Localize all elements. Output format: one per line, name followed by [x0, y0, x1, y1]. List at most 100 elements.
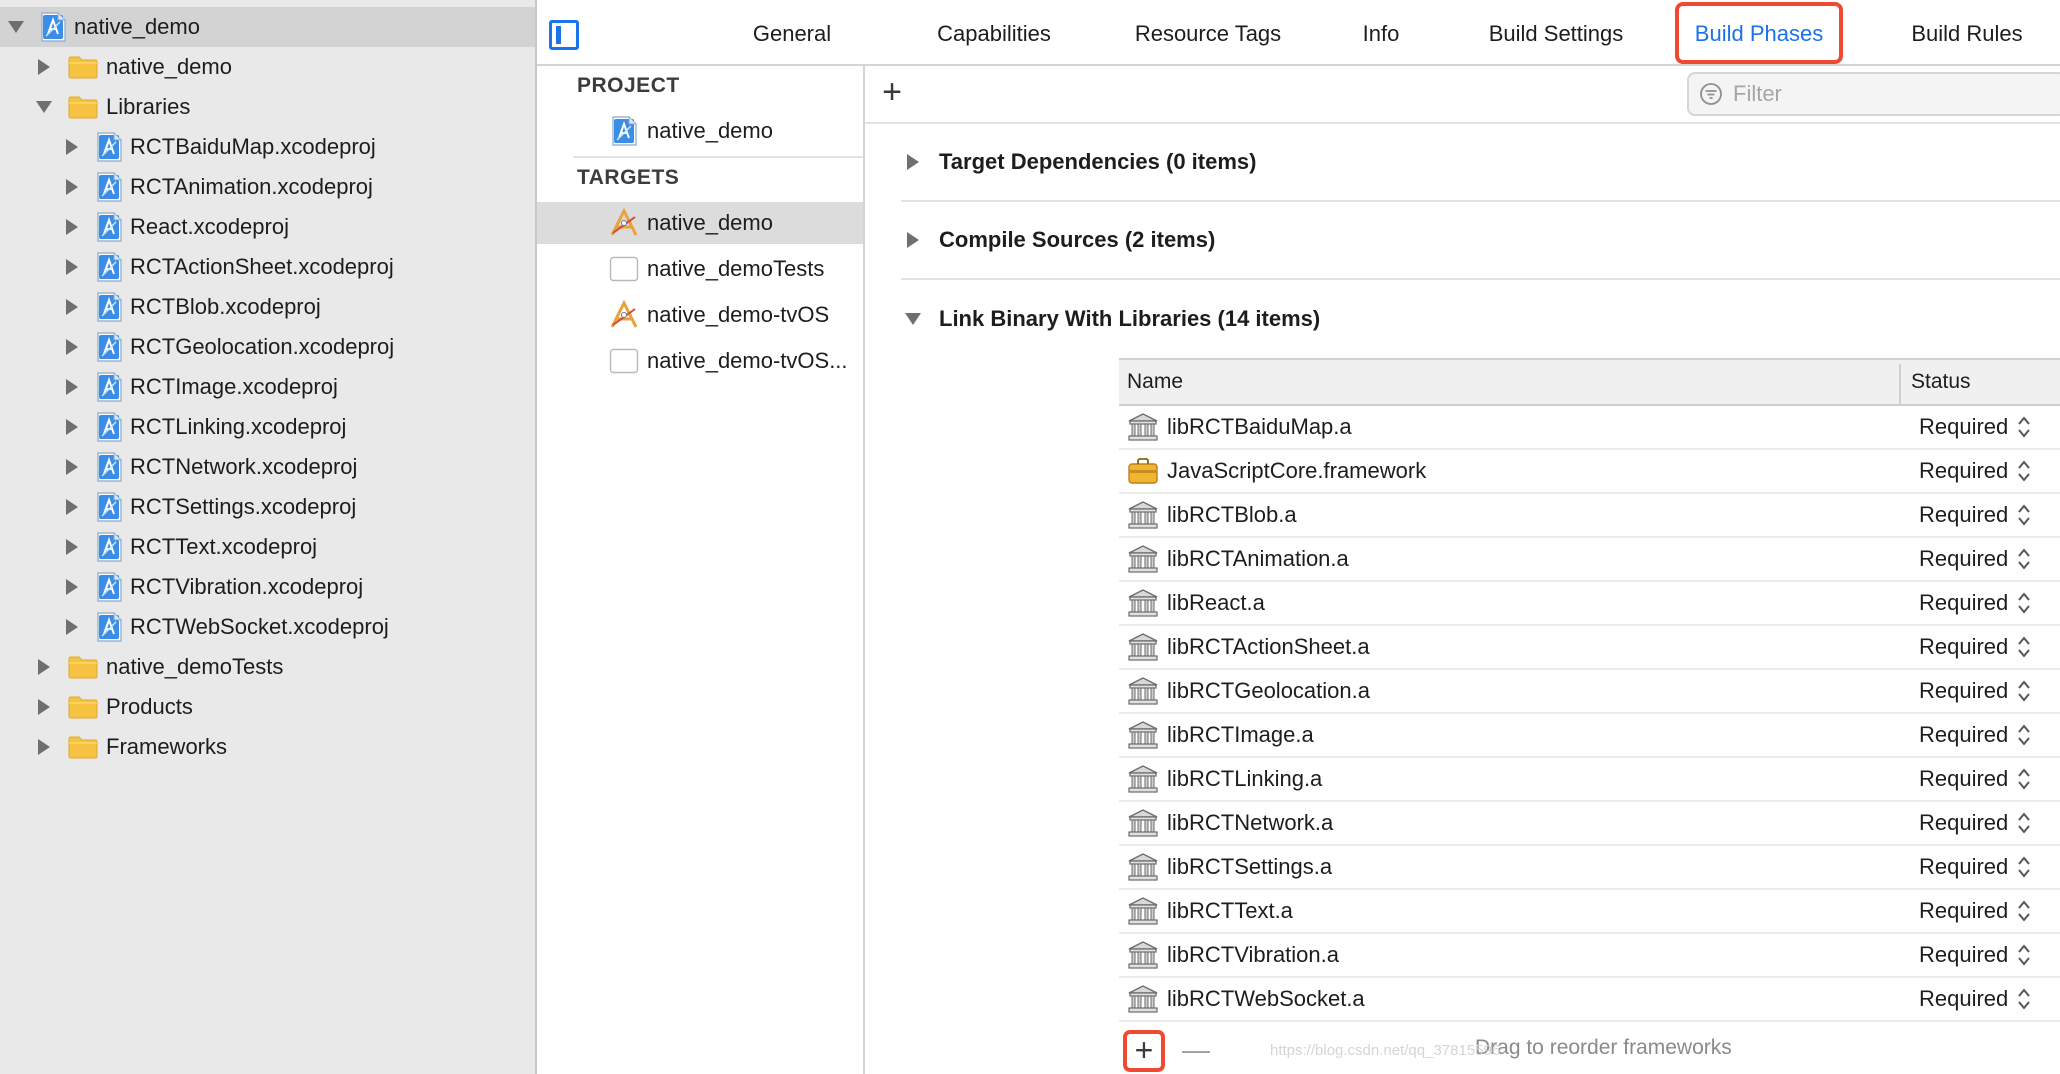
- disclosure-collapsed-icon[interactable]: [60, 375, 84, 399]
- navigator-item[interactable]: RCTBaiduMap.xcodeproj: [0, 127, 535, 167]
- phase-section-header[interactable]: Target Dependencies (0 items): [901, 124, 2060, 202]
- disclosure-expanded-icon[interactable]: [901, 307, 925, 331]
- status-popup[interactable]: Required: [1919, 766, 2032, 792]
- disclosure-collapsed-icon[interactable]: [32, 55, 56, 79]
- status-popup[interactable]: Required: [1919, 634, 2032, 660]
- table-row[interactable]: libRCTActionSheet.a Required: [1119, 626, 2060, 670]
- status-popup[interactable]: Required: [1919, 898, 2032, 924]
- disclosure-expanded-icon[interactable]: [4, 15, 28, 39]
- navigator-item[interactable]: RCTAnimation.xcodeproj: [0, 167, 535, 207]
- table-row[interactable]: libRCTText.a Required: [1119, 890, 2060, 934]
- disclosure-collapsed-icon[interactable]: [60, 135, 84, 159]
- navigator-item[interactable]: Frameworks: [0, 727, 535, 767]
- table-row[interactable]: libRCTNetwork.a Required: [1119, 802, 2060, 846]
- navigator-item[interactable]: RCTWebSocket.xcodeproj: [0, 607, 535, 647]
- phase-section-header[interactable]: Compile Sources (2 items): [901, 202, 2060, 280]
- tab-build-phases[interactable]: Build Phases: [1685, 12, 1833, 56]
- column-name-header[interactable]: Name: [1127, 370, 1183, 394]
- disclosure-collapsed-icon[interactable]: [60, 215, 84, 239]
- status-popup[interactable]: Required: [1919, 810, 2032, 836]
- disclosure-collapsed-icon[interactable]: [60, 615, 84, 639]
- navigator-item[interactable]: RCTSettings.xcodeproj: [0, 487, 535, 527]
- table-row[interactable]: libRCTVibration.a Required: [1119, 934, 2060, 978]
- status-popup[interactable]: Required: [1919, 854, 2032, 880]
- disclosure-collapsed-icon[interactable]: [60, 295, 84, 319]
- folder-icon: [68, 95, 98, 119]
- disclosure-collapsed-icon[interactable]: [60, 455, 84, 479]
- updown-chevron-icon: [2016, 546, 2032, 572]
- navigator-item[interactable]: native_demo: [0, 47, 535, 87]
- status-popup[interactable]: Required: [1919, 458, 2032, 484]
- target-item[interactable]: native_demoTests: [537, 248, 863, 290]
- navigator-item[interactable]: native_demo: [0, 7, 535, 47]
- disclosure-collapsed-icon[interactable]: [901, 228, 925, 252]
- filter-input[interactable]: [1731, 80, 2031, 108]
- tab-build-settings[interactable]: Build Settings: [1453, 12, 1659, 56]
- status-popup[interactable]: Required: [1919, 590, 2032, 616]
- disclosure-collapsed-icon[interactable]: [60, 535, 84, 559]
- table-row[interactable]: libRCTBaiduMap.a Required: [1119, 406, 2060, 450]
- table-row[interactable]: JavaScriptCore.framework Required: [1119, 450, 2060, 494]
- status-popup[interactable]: Required: [1919, 986, 2032, 1012]
- tab-general[interactable]: General: [722, 12, 862, 56]
- filter-field[interactable]: [1687, 72, 2060, 116]
- table-row[interactable]: libRCTWebSocket.a Required: [1119, 978, 2060, 1022]
- sidebar-toggle-icon[interactable]: [549, 20, 579, 50]
- navigator-item[interactable]: RCTImage.xcodeproj: [0, 367, 535, 407]
- disclosure-collapsed-icon[interactable]: [60, 415, 84, 439]
- target-item-label: native_demoTests: [647, 256, 825, 281]
- column-status-header[interactable]: Status: [1911, 370, 1971, 394]
- table-row[interactable]: libRCTAnimation.a Required: [1119, 538, 2060, 582]
- target-item[interactable]: native_demo: [537, 202, 863, 244]
- status-popup[interactable]: Required: [1919, 502, 2032, 528]
- status-popup[interactable]: Required: [1919, 414, 2032, 440]
- disclosure-collapsed-icon[interactable]: [901, 150, 925, 174]
- status-popup[interactable]: Required: [1919, 942, 2032, 968]
- updown-chevron-icon: [2016, 722, 2032, 748]
- navigator-item[interactable]: Libraries: [0, 87, 535, 127]
- disclosure-collapsed-icon[interactable]: [60, 335, 84, 359]
- table-row[interactable]: libRCTGeolocation.a Required: [1119, 670, 2060, 714]
- navigator-item[interactable]: RCTGeolocation.xcodeproj: [0, 327, 535, 367]
- navigator-item[interactable]: RCTActionSheet.xcodeproj: [0, 247, 535, 287]
- tab-build-rules[interactable]: Build Rules: [1892, 12, 2042, 56]
- table-row[interactable]: libRCTLinking.a Required: [1119, 758, 2060, 802]
- disclosure-collapsed-icon[interactable]: [32, 695, 56, 719]
- disclosure-collapsed-icon[interactable]: [60, 255, 84, 279]
- xcodeproj-icon: [40, 12, 66, 42]
- table-row[interactable]: libRCTSettings.a Required: [1119, 846, 2060, 890]
- tab-resource-tags[interactable]: Resource Tags: [1113, 12, 1303, 56]
- disclosure-collapsed-icon[interactable]: [60, 175, 84, 199]
- target-item[interactable]: native_demo-tvOS...: [537, 340, 863, 382]
- tab-info[interactable]: Info: [1334, 12, 1428, 56]
- disclosure-collapsed-icon[interactable]: [32, 655, 56, 679]
- project-item[interactable]: native_demo: [537, 110, 863, 152]
- tab-capabilities[interactable]: Capabilities: [907, 12, 1081, 56]
- disclosure-expanded-icon[interactable]: [32, 95, 56, 119]
- status-popup[interactable]: Required: [1919, 722, 2032, 748]
- navigator-item[interactable]: React.xcodeproj: [0, 207, 535, 247]
- xcodeproj-icon: [96, 412, 122, 442]
- status-popup[interactable]: Required: [1919, 546, 2032, 572]
- table-row[interactable]: libRCTImage.a Required: [1119, 714, 2060, 758]
- navigator-item[interactable]: native_demoTests: [0, 647, 535, 687]
- target-item[interactable]: native_demo-tvOS: [537, 294, 863, 336]
- table-row[interactable]: libRCTBlob.a Required: [1119, 494, 2060, 538]
- disclosure-collapsed-icon[interactable]: [60, 495, 84, 519]
- disclosure-collapsed-icon[interactable]: [32, 735, 56, 759]
- disclosure-triangle: [38, 699, 50, 715]
- navigator-item[interactable]: Products: [0, 687, 535, 727]
- navigator-item[interactable]: RCTBlob.xcodeproj: [0, 287, 535, 327]
- status-popup[interactable]: Required: [1919, 678, 2032, 704]
- navigator-item[interactable]: RCTNetwork.xcodeproj: [0, 447, 535, 487]
- table-row[interactable]: libReact.a Required: [1119, 582, 2060, 626]
- add-library-button[interactable]: +: [1123, 1030, 1165, 1072]
- column-divider[interactable]: [1899, 364, 1901, 404]
- navigator-item[interactable]: RCTVibration.xcodeproj: [0, 567, 535, 607]
- navigator-item[interactable]: RCTText.xcodeproj: [0, 527, 535, 567]
- remove-library-button[interactable]: —: [1181, 1030, 1211, 1070]
- disclosure-collapsed-icon[interactable]: [60, 575, 84, 599]
- add-build-phase-button[interactable]: +: [877, 75, 907, 109]
- navigator-item[interactable]: RCTLinking.xcodeproj: [0, 407, 535, 447]
- phase-section-header[interactable]: Link Binary With Libraries (14 items): [901, 280, 2060, 358]
